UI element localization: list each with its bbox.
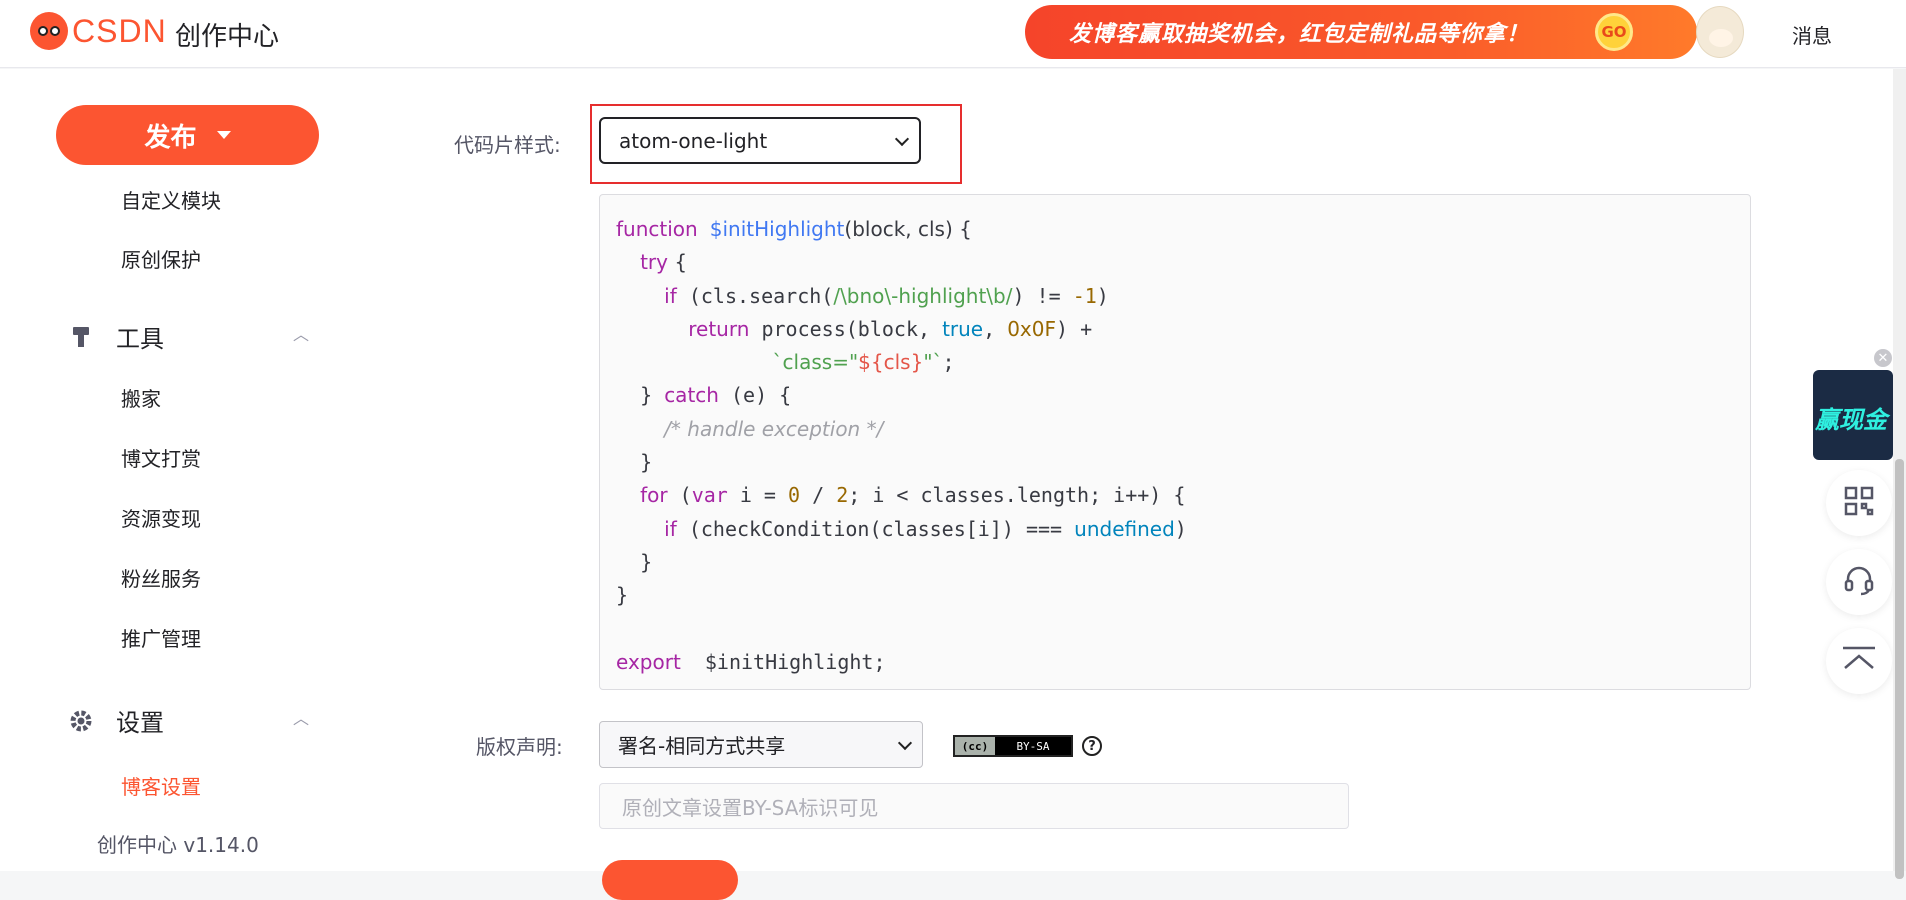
sidebar-group-tools-label: 工具 <box>116 325 164 353</box>
code-preview: function $initHighlight(block, cls) { tr… <box>599 194 1751 690</box>
code-line: if (cls.search(/\bno\-highlight\b/) != -… <box>664 283 1109 308</box>
copyright-value: 署名-相同方式共享 <box>618 734 786 758</box>
code-line: } <box>616 583 629 608</box>
scrollbar[interactable] <box>1893 69 1906 879</box>
copyright-select[interactable]: 署名-相同方式共享 <box>599 721 923 768</box>
floating-ad[interactable]: 赢现金 <box>1813 370 1893 460</box>
sidebar-item-reward[interactable]: 博文打赏 <box>121 443 201 472</box>
sidebar-item-fans[interactable]: 粉丝服务 <box>121 563 201 592</box>
code-line: for (var i = 0 / 2; i < classes.length; … <box>640 483 1186 508</box>
code-style-select[interactable]: atom-one-light <box>599 117 921 164</box>
promo-banner[interactable]: 发博客赢取抽奖机会，红包定制礼品等你拿！ GO <box>1025 5 1697 59</box>
code-line: if (checkCondition(classes[i]) === undef… <box>664 516 1187 541</box>
publish-button[interactable]: 发布 <box>56 105 319 165</box>
copyright-label: 版权声明: <box>476 735 563 759</box>
code-line: } <box>640 450 653 475</box>
close-icon[interactable]: ✕ <box>1874 349 1892 367</box>
sidebar-group-settings[interactable]: 设置 <box>68 703 164 738</box>
sidebar-item-promotion[interactable]: 推广管理 <box>121 623 201 652</box>
sidebar-group-tools[interactable]: 工具 <box>68 319 164 354</box>
code-style-value: atom-one-light <box>619 128 768 153</box>
code-line: try { <box>640 250 688 275</box>
logo-text: CSDN <box>72 12 167 49</box>
save-button[interactable] <box>602 860 738 900</box>
chevron-down-icon <box>897 735 913 750</box>
code-line: function $initHighlight(block, cls) { <box>616 217 972 241</box>
publish-label: 发布 <box>144 122 197 153</box>
qrcode-icon <box>1844 486 1874 520</box>
tools-icon <box>68 324 94 350</box>
caret-down-icon[interactable] <box>216 131 231 139</box>
chevron-up-icon[interactable]: ︿ <box>293 321 309 345</box>
code-line: /* handle exception */ <box>664 416 884 441</box>
csdn-logo[interactable]: CSDN <box>30 12 167 50</box>
sidebar-item-original-protection[interactable]: 原创保护 <box>121 244 201 273</box>
user-avatar[interactable] <box>1696 6 1744 58</box>
code-line: } catch (e) { <box>640 383 792 408</box>
scrollbar-thumb[interactable] <box>1895 459 1904 879</box>
code-line: export $initHighlight; <box>616 649 886 674</box>
copyright-note-input[interactable]: 原创文章设置BY-SA标识可见 <box>599 783 1349 829</box>
back-to-top-button[interactable] <box>1826 628 1892 694</box>
banner-text: 发博客赢取抽奖机会，红包定制礼品等你拿！ <box>1069 22 1530 47</box>
code-style-label: 代码片样式: <box>454 133 561 157</box>
logo-icon <box>30 12 68 50</box>
cc-by-sa-badge: (cc) BY-SA <box>953 735 1073 757</box>
sidebar-item-custom-module[interactable]: 自定义模块 <box>121 185 221 214</box>
sidebar-item-resource[interactable]: 资源变现 <box>121 503 201 532</box>
floating-ad-text: 赢现金 <box>1815 406 1887 434</box>
top-header: CSDN 创作中心 发博客赢取抽奖机会，红包定制礼品等你拿！ GO 消息 <box>0 0 1906 68</box>
header-subtitle[interactable]: 创作中心 <box>175 16 279 53</box>
sidebar-item-blog-settings[interactable]: 博客设置 <box>121 771 201 800</box>
code-line: } <box>640 549 653 574</box>
messages-link[interactable]: 消息 <box>1792 20 1832 49</box>
code-line: `class="${cls}"`; <box>772 350 955 375</box>
banner-go-button[interactable]: GO <box>1595 13 1633 51</box>
back-to-top-icon <box>1841 644 1877 678</box>
version-label: 创作中心 v1.14.0 <box>97 833 259 857</box>
sidebar: 发布 自定义模块 原创保护 工具 ︿ 搬家 博文打赏 资源变现 粉丝服务 推广管… <box>0 69 394 871</box>
qrcode-button[interactable] <box>1826 470 1892 536</box>
customer-service-button[interactable] <box>1826 549 1892 615</box>
code-line: return process(block, true, 0x0F) + <box>688 316 1093 341</box>
chevron-up-icon[interactable]: ︿ <box>293 705 309 729</box>
settings-icon <box>68 708 94 734</box>
sidebar-item-migrate[interactable]: 搬家 <box>121 383 161 412</box>
sidebar-group-settings-label: 设置 <box>116 709 164 737</box>
help-icon[interactable]: ? <box>1082 736 1102 756</box>
chevron-down-icon <box>894 131 910 146</box>
headset-icon <box>1843 564 1875 600</box>
